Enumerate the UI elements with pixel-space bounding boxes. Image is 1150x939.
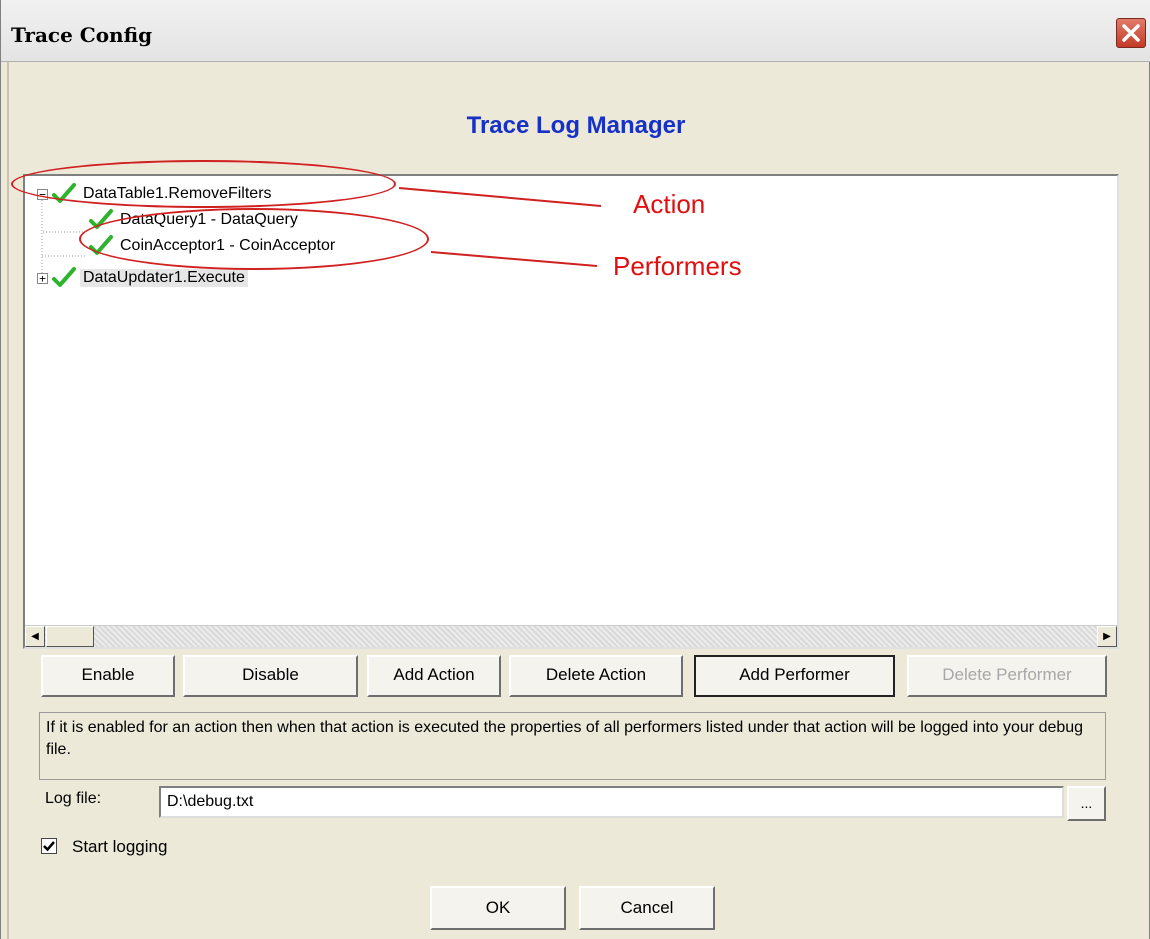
start-logging-checkbox[interactable]	[41, 838, 57, 854]
scroll-thumb[interactable]	[46, 626, 94, 647]
performers-highlight	[79, 208, 429, 270]
title-bar[interactable]: Trace Config	[1, 0, 1150, 62]
expand-icon[interactable]: +	[37, 272, 48, 284]
disable-button[interactable]: Disable	[183, 655, 358, 697]
horizontal-scrollbar[interactable]: ◀ ▶	[25, 625, 1117, 647]
delete-action-button[interactable]: Delete Action	[509, 655, 683, 697]
close-icon	[1122, 24, 1140, 42]
log-file-label: Log file:	[45, 790, 102, 807]
action-annotation: Action	[633, 189, 706, 219]
performers-annotation: Performers	[613, 251, 742, 281]
log-file-input[interactable]: D:\debug.txt	[159, 786, 1064, 818]
tree-node-label: DataUpdater1.Execute	[80, 269, 248, 287]
cancel-button[interactable]: Cancel	[579, 886, 715, 930]
scroll-right-button[interactable]: ▶	[1097, 626, 1117, 647]
delete-performer-button: Delete Performer	[907, 655, 1107, 697]
tree-node-action[interactable]: + DataUpdater1.Execute	[37, 266, 248, 290]
trace-config-window: Trace Config Trace Log Manager − DataTab…	[0, 0, 1150, 939]
scroll-left-button[interactable]: ◀	[25, 626, 45, 647]
page-title: Trace Log Manager	[466, 112, 686, 139]
close-button[interactable]	[1116, 18, 1146, 48]
ok-button[interactable]: OK	[430, 886, 566, 930]
action-highlight	[11, 160, 396, 208]
checkmark-icon	[43, 841, 55, 852]
browse-button[interactable]: ...	[1067, 786, 1106, 821]
start-logging-label[interactable]: Start logging	[72, 837, 167, 857]
window-title: Trace Config	[11, 23, 153, 47]
add-performer-button[interactable]: Add Performer	[694, 655, 895, 697]
info-text: If it is enabled for an action then when…	[39, 712, 1106, 780]
enable-button[interactable]: Enable	[41, 655, 175, 697]
checkmark-icon[interactable]	[52, 266, 76, 290]
add-action-button[interactable]: Add Action	[367, 655, 501, 697]
